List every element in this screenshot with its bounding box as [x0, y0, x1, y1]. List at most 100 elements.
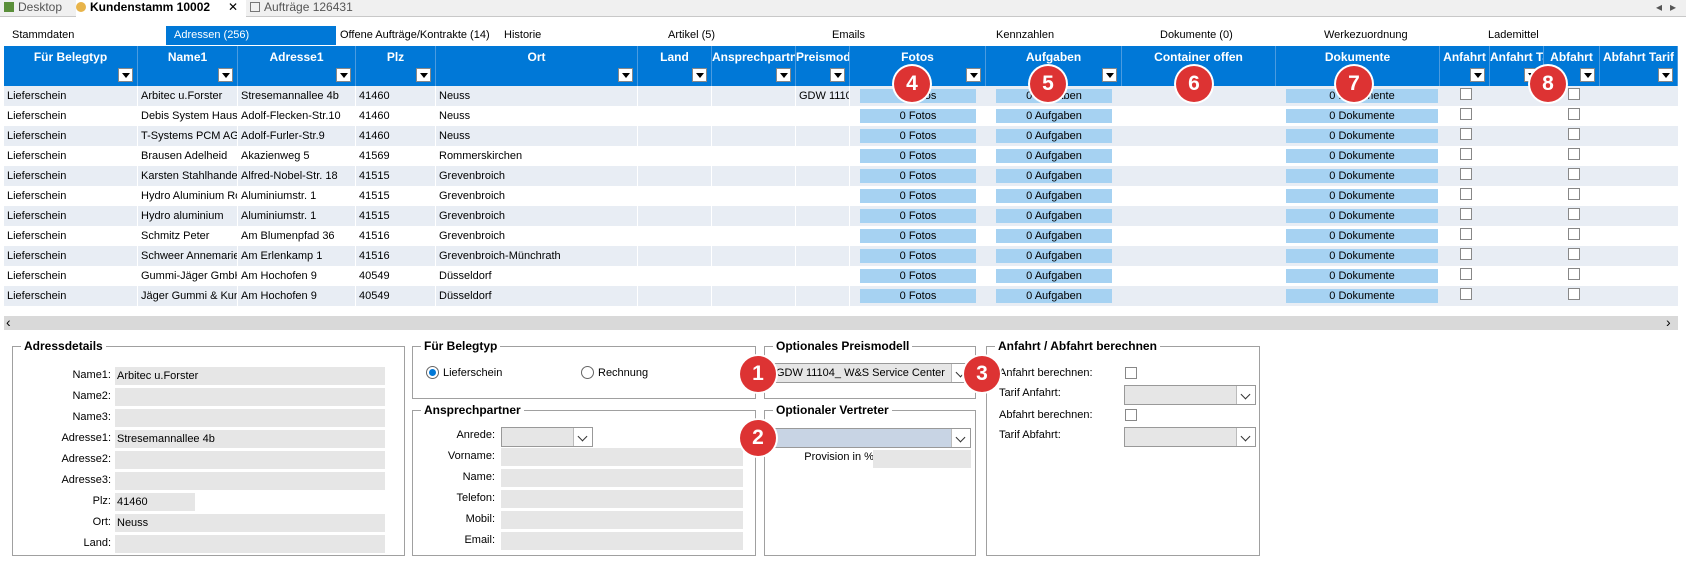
cell-preismodell[interactable]	[796, 166, 850, 186]
dokumente-button[interactable]: 0 Dokumente	[1286, 229, 1438, 243]
vertreter-select[interactable]	[773, 428, 971, 448]
abfahrt-checkbox[interactable]	[1568, 128, 1580, 140]
tab-dokumente[interactable]: Dokumente (0)	[1160, 26, 1233, 45]
anfahrt-checkbox[interactable]	[1460, 168, 1472, 180]
table-row[interactable]: Lieferschein T-Systems PCM AG Adolf-Furler…	[4, 126, 1678, 146]
cell-ansprechpartner[interactable]	[712, 246, 796, 266]
filter-dropdown-icon[interactable]	[1580, 68, 1595, 82]
cell-ansprechpartner[interactable]	[712, 266, 796, 286]
anfahrt-checkbox[interactable]	[1460, 128, 1472, 140]
cell-belegtyp[interactable]: Lieferschein	[4, 126, 138, 146]
fotos-button[interactable]: 0 Fotos	[860, 129, 976, 143]
aufgaben-button[interactable]: 0 Aufgaben	[996, 149, 1112, 163]
adr-field[interactable]: Neuss	[115, 514, 385, 532]
window-tab-desktop[interactable]: Desktop	[4, 0, 68, 16]
adr-field[interactable]	[115, 472, 385, 490]
column-header-abfahrt-tarif[interactable]: Abfahrt Tarif	[1600, 46, 1678, 86]
cell-ort[interactable]: Neuss	[436, 126, 638, 146]
radio-rechnung[interactable]	[581, 366, 594, 379]
provision-field[interactable]	[873, 450, 971, 468]
anfahrt-checkbox[interactable]	[1460, 208, 1472, 220]
tab-artikel[interactable]: Artikel (5)	[668, 26, 715, 45]
adr-field[interactable]	[115, 409, 385, 427]
cell-land[interactable]	[638, 146, 712, 166]
tab-kennzahlen[interactable]: Kennzahlen	[996, 26, 1054, 45]
cell-plz[interactable]: 41516	[356, 246, 436, 266]
cell-adresse1[interactable]: Adolf-Flecken-Str.10	[238, 106, 356, 126]
cell-ort[interactable]: Neuss	[436, 86, 638, 106]
anfahrt-checkbox[interactable]	[1460, 88, 1472, 100]
cell-plz[interactable]: 41460	[356, 126, 436, 146]
cell-ansprechpartner[interactable]	[712, 226, 796, 246]
filter-dropdown-icon[interactable]	[830, 68, 845, 82]
cell-land[interactable]	[638, 106, 712, 126]
filter-dropdown-icon[interactable]	[966, 68, 981, 82]
vorname-field[interactable]	[501, 448, 743, 466]
table-row[interactable]: Lieferschein Schweer Annemarie Am Erlenkam…	[4, 246, 1678, 266]
fotos-button[interactable]: 0 Fotos	[860, 169, 976, 183]
cell-land[interactable]	[638, 166, 712, 186]
filter-dropdown-icon[interactable]	[416, 68, 431, 82]
abfahrt-checkbox[interactable]	[1568, 208, 1580, 220]
scroll-left-icon[interactable]: ‹	[6, 314, 11, 330]
anfahrt-berechnen-checkbox[interactable]	[1125, 367, 1137, 379]
cell-name1[interactable]: Schmitz Peter	[138, 226, 238, 246]
abfahrt-checkbox[interactable]	[1568, 228, 1580, 240]
column-header-ansprechpartner[interactable]: Ansprechpartner	[712, 46, 796, 86]
cell-name1[interactable]: Hydro aluminium	[138, 206, 238, 226]
cell-ort[interactable]: Düsseldorf	[436, 286, 638, 306]
cell-plz[interactable]: 41515	[356, 166, 436, 186]
dokumente-button[interactable]: 0 Dokumente	[1286, 149, 1438, 163]
column-header-ort[interactable]: Ort	[436, 46, 638, 86]
cell-plz[interactable]: 41515	[356, 206, 436, 226]
fotos-button[interactable]: 0 Fotos	[860, 249, 976, 263]
filter-dropdown-icon[interactable]	[692, 68, 707, 82]
dokumente-button[interactable]: 0 Dokumente	[1286, 209, 1438, 223]
column-header-preismodell[interactable]: Preismodell	[796, 46, 850, 86]
cell-belegtyp[interactable]: Lieferschein	[4, 266, 138, 286]
aufgaben-button[interactable]: 0 Aufgaben	[996, 269, 1112, 283]
cell-adresse1[interactable]: Alfred-Nobel-Str. 18	[238, 166, 356, 186]
cell-ort[interactable]: Grevenbroich	[436, 226, 638, 246]
cell-plz[interactable]: 41569	[356, 146, 436, 166]
cell-belegtyp[interactable]: Lieferschein	[4, 146, 138, 166]
tab-emails[interactable]: Emails	[832, 26, 865, 45]
cell-ansprechpartner[interactable]	[712, 206, 796, 226]
cell-land[interactable]	[638, 226, 712, 246]
dokumente-button[interactable]: 0 Dokumente	[1286, 129, 1438, 143]
anfahrt-checkbox[interactable]	[1460, 148, 1472, 160]
cell-belegtyp[interactable]: Lieferschein	[4, 226, 138, 246]
cell-belegtyp[interactable]: Lieferschein	[4, 286, 138, 306]
anfahrt-checkbox[interactable]	[1460, 268, 1472, 280]
name-field[interactable]	[501, 469, 743, 487]
cell-belegtyp[interactable]: Lieferschein	[4, 246, 138, 266]
dokumente-button[interactable]: 0 Dokumente	[1286, 289, 1438, 303]
cell-ansprechpartner[interactable]	[712, 166, 796, 186]
tab-historie[interactable]: Historie	[504, 26, 541, 45]
filter-dropdown-icon[interactable]	[118, 68, 133, 82]
cell-name1[interactable]: Schweer Annemarie	[138, 246, 238, 266]
cell-preismodell[interactable]: GDW 11104_	[796, 86, 850, 106]
scroll-right-icon[interactable]: ›	[1666, 314, 1671, 330]
filter-dropdown-icon[interactable]	[776, 68, 791, 82]
cell-plz[interactable]: 41460	[356, 86, 436, 106]
cell-name1[interactable]: Debis System Haus	[138, 106, 238, 126]
mobil-field[interactable]	[501, 511, 743, 529]
cell-ansprechpartner[interactable]	[712, 126, 796, 146]
filter-dropdown-icon[interactable]	[618, 68, 633, 82]
cell-ansprechpartner[interactable]	[712, 106, 796, 126]
cell-adresse1[interactable]: Am Hochofen 9	[238, 286, 356, 306]
tab-scroll-left-icon[interactable]: ◂	[1656, 0, 1666, 16]
cell-adresse1[interactable]: Stresemannallee 4b	[238, 86, 356, 106]
cell-plz[interactable]: 40549	[356, 286, 436, 306]
tab-werkezuordnung[interactable]: Werkezuordnung	[1324, 26, 1408, 45]
horizontal-scrollbar[interactable]: ‹ ›	[4, 314, 1678, 330]
cell-land[interactable]	[638, 266, 712, 286]
cell-belegtyp[interactable]: Lieferschein	[4, 86, 138, 106]
cell-ansprechpartner[interactable]	[712, 86, 796, 106]
abfahrt-berechnen-checkbox[interactable]	[1125, 409, 1137, 421]
column-header-plz[interactable]: Plz	[356, 46, 436, 86]
column-header-belegtyp[interactable]: Für Belegtyp	[4, 46, 138, 86]
cell-belegtyp[interactable]: Lieferschein	[4, 166, 138, 186]
preismodell-select[interactable]: GDW 11104_ W&S Service Center	[773, 363, 971, 383]
